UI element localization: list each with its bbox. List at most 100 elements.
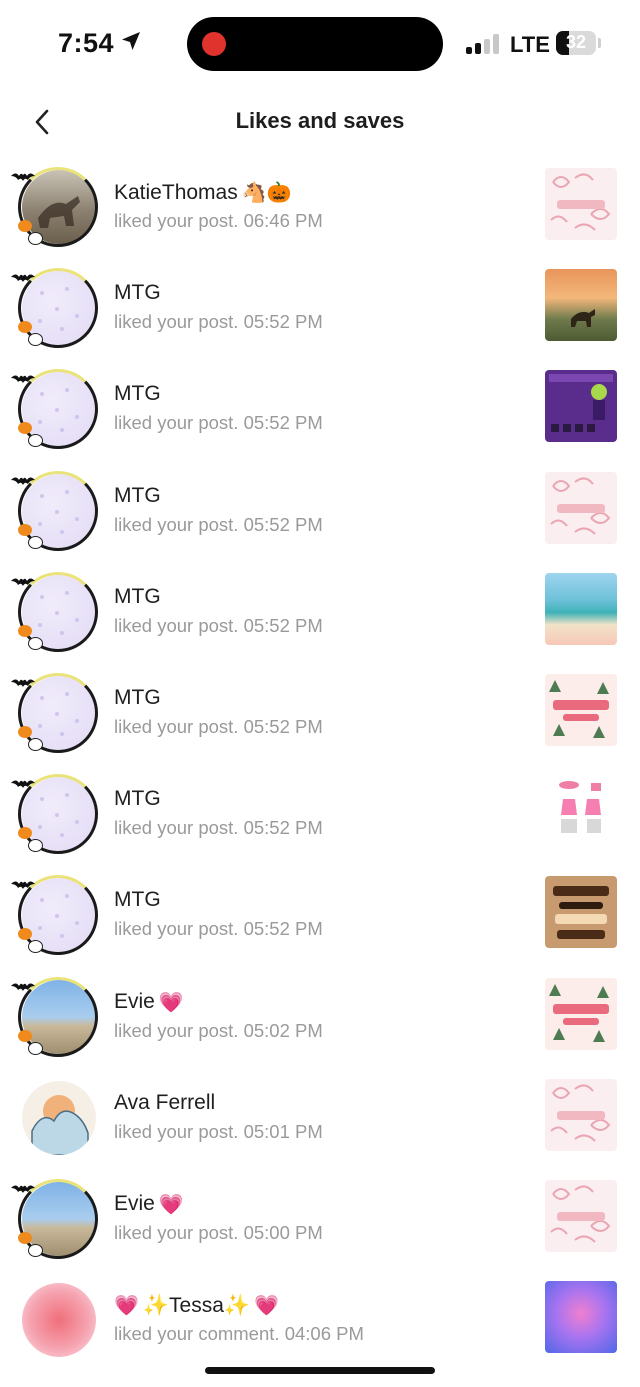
avatar[interactable]	[10, 974, 100, 1058]
bat-icon	[11, 578, 35, 586]
notification-time: 05:52 PM	[243, 412, 323, 434]
user-name[interactable]: MTG	[114, 382, 161, 406]
user-name-text: Evie	[114, 990, 155, 1013]
avatar[interactable]	[10, 872, 100, 956]
skull-icon	[28, 1041, 43, 1055]
notification-row[interactable]: MTG liked your post. 05:52 PM	[0, 662, 640, 763]
skull-icon	[28, 535, 43, 549]
user-name-text: MTG	[114, 483, 161, 507]
notification-text: liked your post. 05:52 PM	[114, 514, 323, 536]
notification-time: 05:02 PM	[243, 1019, 323, 1041]
bat-icon	[11, 1185, 35, 1193]
bat-icon	[11, 983, 35, 991]
user-name[interactable]: Evie 💗	[114, 1192, 184, 1217]
notification-row[interactable]: MTG liked your post. 05:52 PM	[0, 460, 640, 561]
notification-row[interactable]: MTG liked your post. 05:52 PM	[0, 358, 640, 459]
user-name[interactable]: MTG	[114, 787, 161, 811]
user-name[interactable]: Evie 💗	[114, 990, 184, 1015]
battery-icon: 32	[556, 31, 596, 55]
dynamic-island	[187, 17, 443, 71]
action-text: liked your post.	[114, 1120, 239, 1142]
user-name-text: Ava Ferrell	[114, 1090, 216, 1114]
notification-row[interactable]: MTG liked your post. 05:52 PM	[0, 561, 640, 662]
page-header: Likes and saves	[0, 90, 640, 154]
avatar[interactable]	[10, 771, 100, 855]
battery-nub	[598, 38, 601, 48]
notification-row[interactable]: KatieThomas 🐴🎃 liked your post. 06:46 PM	[0, 156, 640, 257]
pumpkin-icon	[18, 1029, 32, 1042]
notification-text: liked your post. 05:02 PM	[114, 1020, 323, 1042]
name-emoji: 💗	[158, 991, 184, 1014]
avatar[interactable]	[10, 569, 100, 653]
avatar[interactable]	[10, 1075, 100, 1159]
notification-text: liked your post. 06:46 PM	[114, 210, 323, 232]
pumpkin-icon	[18, 624, 32, 637]
name-emoji: 🐴🎃	[241, 182, 292, 204]
notification-list: KatieThomas 🐴🎃 liked your post. 06:46 PM MT…	[0, 156, 640, 1370]
action-text: liked your post.	[114, 412, 239, 434]
user-name-text: ✨Tessa✨	[142, 1293, 251, 1317]
bat-icon	[11, 780, 35, 789]
bat-icon	[11, 881, 35, 890]
user-name[interactable]: MTG	[114, 585, 161, 609]
notification-text: liked your comment. 04:06 PM	[114, 1323, 364, 1345]
notification-row[interactable]: Evie 💗 liked your post. 05:00 PM	[0, 1168, 640, 1269]
notification-row[interactable]: MTG liked your post. 05:52 PM	[0, 864, 640, 965]
action-text: liked your comment.	[114, 1323, 280, 1345]
action-text: liked your post.	[114, 614, 239, 636]
user-name[interactable]: MTG	[114, 281, 161, 305]
user-name-text: Evie	[114, 1192, 155, 1216]
user-name[interactable]: MTG	[114, 484, 161, 508]
user-name[interactable]: MTG	[114, 888, 161, 912]
user-name-text: MTG	[114, 584, 161, 608]
avatar[interactable]	[10, 468, 100, 552]
notification-time: 05:52 PM	[243, 513, 323, 535]
notification-time: 05:01 PM	[243, 1120, 323, 1142]
user-name[interactable]: 💗 ✨Tessa✨ 💗	[114, 1293, 279, 1318]
skull-icon	[28, 1243, 43, 1257]
pumpkin-icon	[18, 725, 32, 738]
user-name[interactable]: KatieThomas 🐴🎃	[114, 180, 292, 205]
avatar[interactable]	[10, 265, 100, 349]
skull-icon	[28, 737, 43, 751]
user-name[interactable]: MTG	[114, 686, 161, 710]
action-text: liked your post.	[114, 513, 239, 535]
user-name-text: MTG	[114, 787, 161, 811]
pumpkin-icon	[18, 1231, 32, 1244]
user-name[interactable]: Ava Ferrell	[114, 1091, 215, 1115]
action-text: liked your post.	[114, 1221, 239, 1243]
skull-icon	[28, 232, 43, 245]
avatar[interactable]	[10, 366, 100, 450]
notification-row[interactable]: MTG liked your post. 05:52 PM	[0, 257, 640, 358]
notification-row[interactable]: Ava Ferrell liked your post. 05:01 PM	[0, 1067, 640, 1168]
bat-icon	[11, 477, 35, 485]
emoji-before: 💗	[114, 1295, 139, 1318]
notification-row[interactable]: 💗 ✨Tessa✨ 💗 liked your comment. 04:06 PM	[0, 1269, 640, 1370]
status-time: 7:54	[58, 28, 115, 58]
user-name-text: MTG	[114, 382, 161, 406]
notification-text: liked your post. 05:00 PM	[114, 1222, 323, 1244]
avatar[interactable]	[10, 1277, 100, 1361]
avatar[interactable]	[10, 1176, 100, 1260]
name-emoji: 💗	[158, 1193, 184, 1216]
notification-time: 05:52 PM	[243, 614, 323, 636]
user-name-text: MTG	[114, 685, 161, 709]
notification-time: 05:52 PM	[243, 311, 323, 333]
notification-text: liked your post. 05:52 PM	[114, 716, 323, 738]
notification-row[interactable]: MTG liked your post. 05:52 PM	[0, 763, 640, 864]
notification-text: liked your post. 05:52 PM	[114, 311, 323, 333]
bat-icon	[11, 274, 35, 283]
home-indicator[interactable]	[205, 1367, 435, 1374]
notification-row[interactable]: Evie 💗 liked your post. 05:02 PM	[0, 966, 640, 1067]
action-text: liked your post.	[114, 715, 239, 737]
bat-icon	[11, 375, 35, 384]
pumpkin-icon	[18, 220, 32, 232]
pumpkin-icon	[18, 523, 32, 536]
location-arrow-icon	[122, 32, 140, 50]
avatar[interactable]	[10, 164, 100, 248]
bat-icon	[11, 173, 35, 181]
network-label: LTE	[510, 32, 550, 57]
avatar[interactable]	[10, 670, 100, 754]
notification-text: liked your post. 05:52 PM	[114, 615, 323, 637]
action-text: liked your post.	[114, 311, 239, 333]
